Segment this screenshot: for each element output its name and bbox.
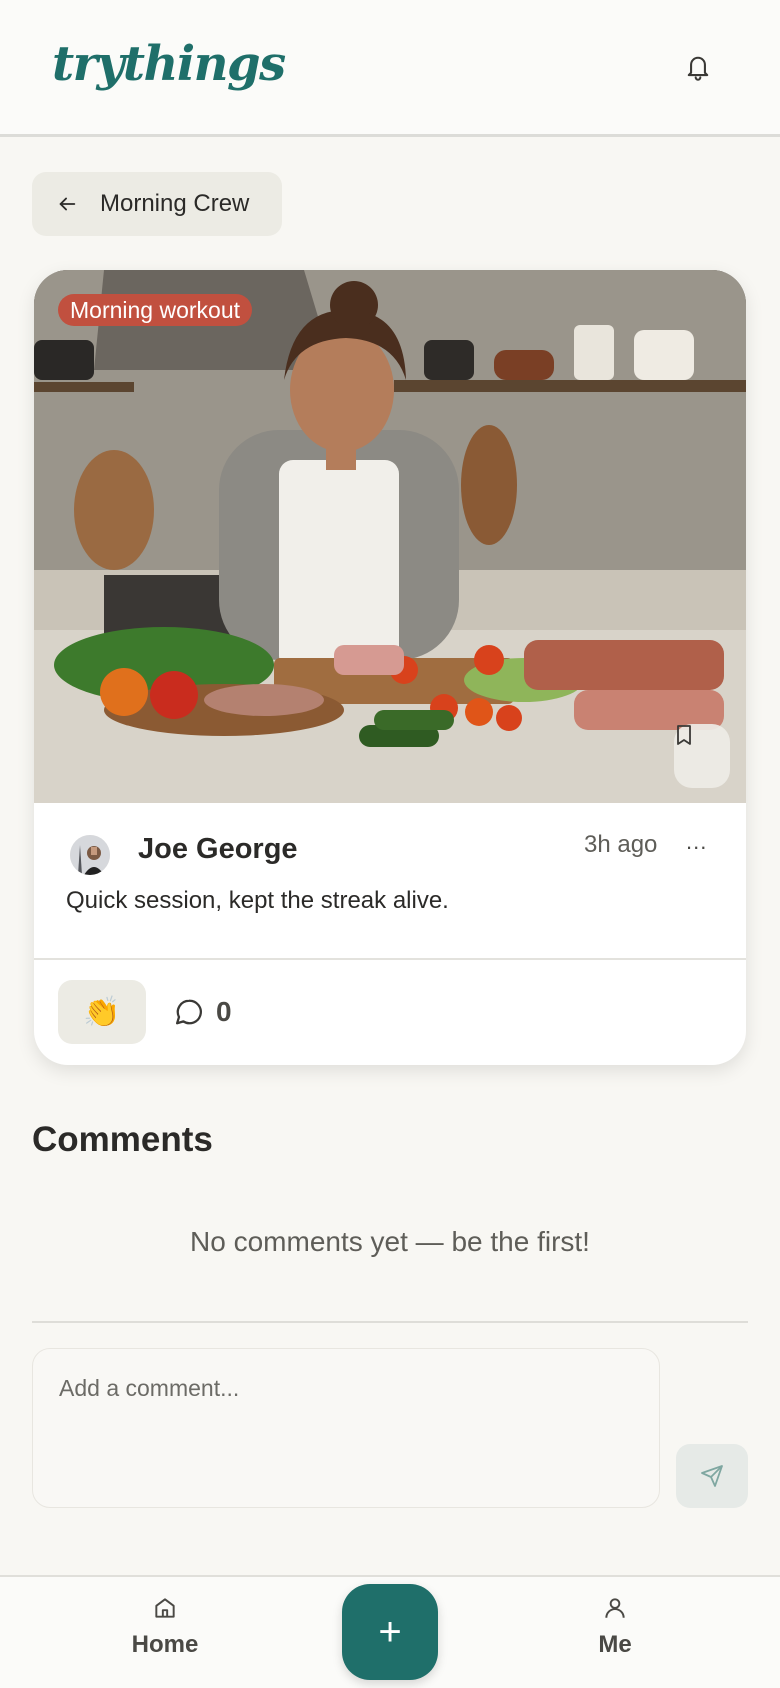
empty-comments-text: No comments yet — be the first! bbox=[190, 1226, 590, 1257]
clap-icon: 👏 bbox=[83, 995, 121, 1029]
bookmark-button[interactable] bbox=[674, 724, 730, 788]
bell-icon[interactable] bbox=[684, 52, 712, 82]
send-icon bbox=[701, 1465, 723, 1487]
kitchen-photo-illustration bbox=[34, 270, 746, 803]
nav-home-label: Home bbox=[131, 1631, 199, 1658]
plus-icon: + bbox=[378, 1609, 402, 1654]
comments-divider bbox=[32, 1321, 748, 1323]
home-icon bbox=[155, 1598, 175, 1618]
create-post-button[interactable]: + bbox=[342, 1584, 438, 1680]
send-button[interactable] bbox=[676, 1444, 748, 1508]
comment-count-button[interactable]: 0 bbox=[174, 996, 232, 1028]
back-to-group-button[interactable]: Morning Crew bbox=[32, 172, 282, 236]
nav-home[interactable]: Home bbox=[105, 1595, 225, 1659]
nav-me-label: Me bbox=[598, 1631, 632, 1658]
post-photo[interactable]: Morning workout bbox=[34, 270, 746, 803]
post-time: 3h ago bbox=[584, 831, 658, 858]
comment-input[interactable] bbox=[32, 1348, 660, 1508]
post-caption: Quick session, kept the streak alive. bbox=[66, 887, 449, 914]
user-icon bbox=[605, 1598, 625, 1618]
card-divider bbox=[34, 958, 746, 960]
comment-count: 0 bbox=[216, 996, 232, 1027]
clap-reaction-button[interactable]: 👏 bbox=[58, 980, 146, 1044]
activity-tag: Morning workout bbox=[58, 294, 253, 326]
more-icon[interactable]: ... bbox=[686, 829, 707, 855]
app-header: trythings bbox=[0, 0, 780, 137]
author-name[interactable]: Joe George bbox=[138, 833, 298, 866]
post-card: Morning workout Joe George 3h ago ... Qu… bbox=[34, 270, 746, 1065]
bookmark-icon bbox=[677, 725, 691, 745]
app-logo[interactable]: trythings bbox=[52, 36, 286, 92]
comment-icon bbox=[176, 999, 202, 1025]
nav-me[interactable]: Me bbox=[555, 1595, 675, 1659]
comments-heading: Comments bbox=[32, 1120, 213, 1159]
avatar[interactable] bbox=[70, 835, 110, 875]
back-label: Morning Crew bbox=[100, 190, 250, 217]
arrow-left-icon bbox=[59, 197, 76, 211]
